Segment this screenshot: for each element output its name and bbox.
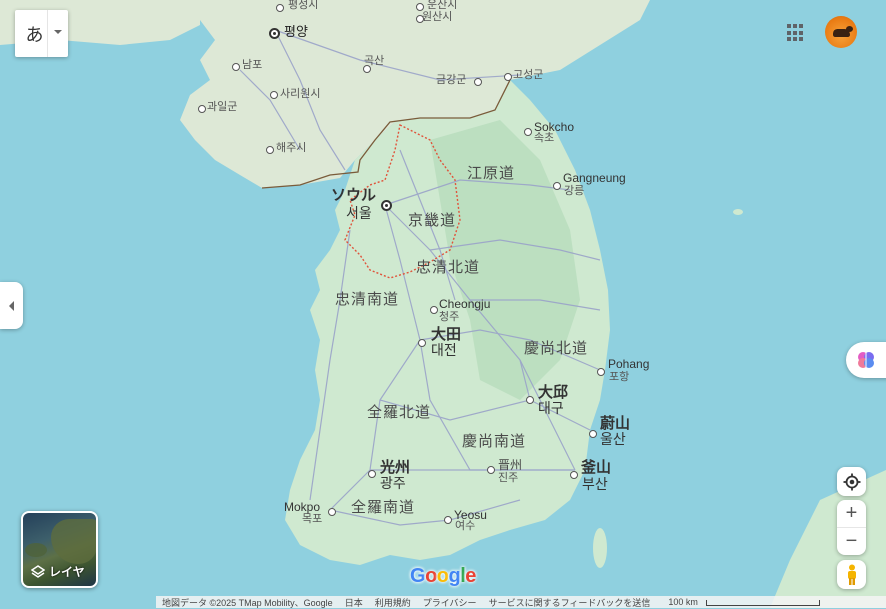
layers-button[interactable]: レイヤ — [21, 511, 98, 588]
prov-chungnam: 忠清南道 — [335, 291, 400, 308]
place-seoul-ko: 서울 — [346, 205, 372, 221]
place-daegu-ja: 大邱 — [538, 384, 569, 401]
place-pyongyang: 평양 — [284, 24, 308, 39]
place-wonsan: 원산시 — [422, 11, 453, 23]
prov-chungbuk: 忠清北道 — [416, 259, 481, 276]
place-daegu-ko: 대구 — [538, 400, 564, 416]
place-gwail: 과일군 — [207, 101, 238, 113]
collapse-panel-button[interactable] — [0, 282, 23, 329]
place-marker-icon[interactable] — [276, 4, 284, 12]
map-attribution: 地図データ ©2025 TMap Mobility、Google — [162, 597, 333, 608]
apps-grid-icon[interactable] — [787, 24, 805, 42]
place-daejeon-ko: 대전 — [431, 342, 457, 358]
place-pyongsong: 평성시 — [288, 0, 319, 11]
my-location-button[interactable] — [837, 467, 866, 496]
place-marker-icon[interactable] — [198, 105, 206, 113]
prov-gyeongbuk: 慶尚北道 — [524, 340, 589, 357]
place-marker-icon[interactable] — [269, 28, 280, 39]
place-marker-icon[interactable] — [416, 3, 424, 11]
place-sariwon: 사리원시 — [280, 88, 321, 100]
place-gumgang: 금강군 — [436, 74, 467, 86]
place-ulsan-ko: 울산 — [600, 431, 626, 447]
layers-label: レイヤ — [49, 565, 85, 579]
country-link[interactable]: 日本 — [339, 596, 369, 609]
place-jinju-ko: 진주 — [498, 472, 519, 484]
place-marker-icon[interactable] — [589, 430, 597, 438]
zoom-out-button[interactable]: − — [837, 528, 866, 555]
chevron-left-icon — [9, 300, 14, 311]
place-goseong: 고성군 — [513, 69, 544, 81]
place-marker-icon[interactable] — [597, 368, 605, 376]
place-busan-ja: 釜山 — [581, 459, 612, 476]
scale-indicator[interactable]: 100 km — [656, 597, 826, 607]
place-marker-icon[interactable] — [487, 466, 495, 474]
place-mokpo-ko: 목포 — [302, 513, 323, 525]
place-marker-icon[interactable] — [570, 471, 578, 479]
terms-link[interactable]: 利用規約 — [369, 596, 417, 609]
place-marker-icon[interactable] — [418, 339, 426, 347]
place-marker-icon[interactable] — [524, 128, 532, 136]
prov-jeonbuk: 全羅北道 — [367, 404, 432, 421]
place-mokpo-en: Mokpo — [284, 500, 321, 514]
privacy-link[interactable]: プライバシー — [417, 596, 483, 609]
street-view-pegman-button[interactable] — [837, 560, 866, 589]
map-footer: 地図データ ©2025 TMap Mobility、Google 日本 利用規約… — [156, 596, 886, 608]
prov-jeonnam: 全羅南道 — [351, 499, 416, 516]
place-daejeon-ja: 大田 — [431, 326, 462, 343]
place-marker-icon[interactable] — [270, 91, 278, 99]
prov-gyeongnam: 慶尚南道 — [462, 433, 527, 450]
place-unsan: 운산시 — [427, 0, 458, 11]
place-ulsan-ja: 蔚山 — [600, 415, 631, 432]
zoom-controls: + − — [837, 500, 866, 555]
prov-gangwon: 江原道 — [467, 165, 516, 182]
place-marker-icon[interactable] — [430, 306, 438, 314]
place-jinju-ja: 晋州 — [498, 458, 523, 472]
place-marker-icon[interactable] — [381, 200, 392, 211]
place-nampo: 남포 — [242, 59, 263, 71]
place-yeosu-ko: 여수 — [455, 520, 476, 532]
scale-bar — [705, 599, 820, 606]
place-gangneung-ko: 강릉 — [564, 185, 585, 197]
crosshair-icon — [843, 473, 860, 490]
place-cheongju-en: Cheongju — [439, 297, 491, 311]
brain-icon — [858, 352, 874, 368]
place-gwangju-ja: 光州 — [380, 459, 411, 476]
pegman-icon — [847, 564, 856, 585]
place-goksan: 곡산 — [364, 55, 385, 67]
zoom-in-button[interactable]: + — [837, 500, 866, 528]
place-marker-icon[interactable] — [444, 516, 452, 524]
place-seoul-ja: ソウル — [331, 187, 377, 204]
feedback-link[interactable]: サービスに関するフィードバックを送信 — [483, 596, 657, 609]
place-pohang-en: Pohang — [608, 357, 650, 371]
place-marker-icon[interactable] — [504, 73, 512, 81]
place-marker-icon[interactable] — [266, 146, 274, 154]
place-gwangju-ko: 광주 — [380, 475, 406, 491]
ai-assistant-button[interactable] — [846, 342, 886, 378]
place-marker-icon[interactable] — [526, 396, 534, 404]
place-marker-icon[interactable] — [328, 508, 336, 516]
place-gangneung-en: Gangneung — [563, 171, 626, 185]
prov-gyeonggi: 京畿道 — [408, 212, 457, 229]
place-pohang-ko: 포항 — [609, 371, 630, 383]
google-logo: Google — [410, 565, 476, 587]
layers-icon — [31, 564, 45, 578]
place-busan-ko: 부산 — [582, 476, 608, 492]
place-sokcho-ko: 속초 — [534, 132, 555, 144]
language-selector-button[interactable]: あ — [15, 10, 68, 57]
chevron-down-icon — [54, 30, 62, 34]
avatar[interactable] — [825, 16, 857, 48]
place-marker-icon[interactable] — [553, 182, 561, 190]
place-marker-icon[interactable] — [474, 78, 482, 86]
place-marker-icon[interactable] — [232, 63, 240, 71]
place-marker-icon[interactable] — [368, 470, 376, 478]
place-cheongju-ko: 청주 — [439, 311, 460, 323]
place-haeju: 해주시 — [276, 142, 307, 154]
language-char: あ — [25, 24, 44, 45]
scale-label: 100 km — [668, 597, 698, 607]
